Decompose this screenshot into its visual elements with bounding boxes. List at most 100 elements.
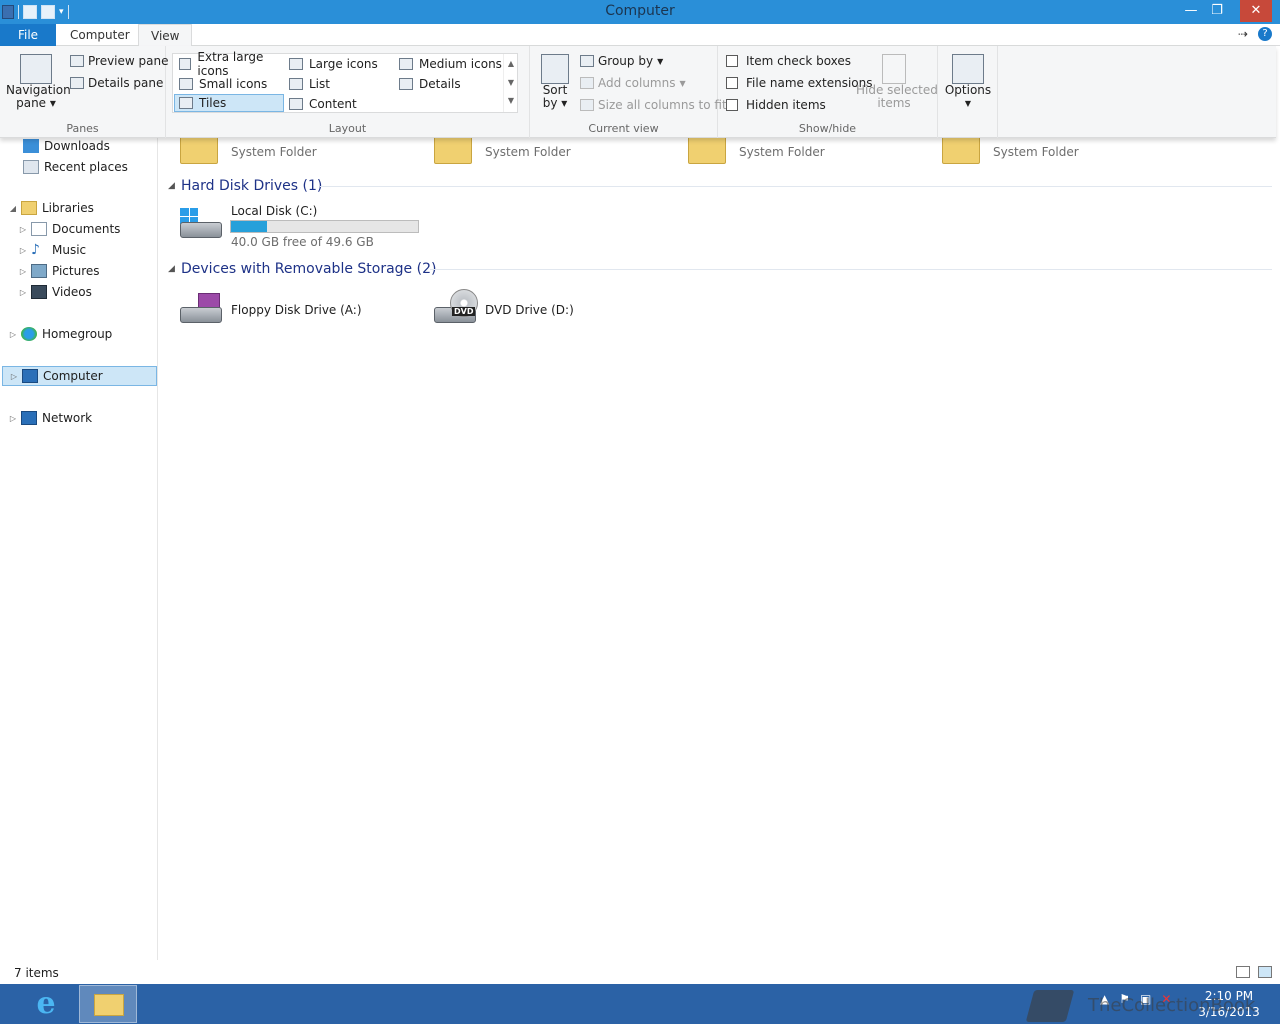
layout-label: Medium icons	[419, 57, 502, 71]
file-explorer-taskbar-button[interactable]	[79, 985, 137, 1023]
tab-file[interactable]: File	[0, 24, 56, 46]
tab-computer[interactable]: Computer	[58, 24, 142, 46]
nav-item-computer[interactable]: ▷ Computer	[2, 366, 157, 386]
nav-item-downloads[interactable]: Downloads	[20, 136, 110, 156]
collapse-group-icon[interactable]: ◢	[168, 181, 181, 191]
minimize-button[interactable]: —	[1178, 0, 1204, 22]
details-pane-icon	[70, 77, 84, 89]
hide-selected-items-button[interactable]: Hide selected items	[856, 54, 938, 110]
nav-item-pictures[interactable]: ▷ Pictures	[18, 261, 100, 281]
nav-label: Documents	[52, 222, 121, 236]
layout-extra-large-icons[interactable]: Extra large icons	[175, 50, 285, 78]
content-icon	[289, 98, 303, 110]
navigation-pane-button[interactable]: Navigation pane ▾	[6, 54, 71, 110]
nav-label: Libraries	[42, 201, 94, 215]
nav-item-documents[interactable]: ▷ Documents	[18, 219, 120, 239]
group-options: Options ▼	[938, 46, 998, 138]
layout-small-icons[interactable]: Small icons	[175, 75, 285, 93]
add-columns-icon	[580, 77, 594, 89]
homegroup-icon	[21, 327, 37, 341]
expand-arrow-icon[interactable]: ▷	[9, 372, 19, 381]
group-header-removable[interactable]: ◢ Devices with Removable Storage (2)	[168, 259, 1272, 279]
details-pane-button[interactable]: Details pane	[70, 76, 163, 90]
tiles-icon	[179, 97, 193, 109]
dvd-drive-name[interactable]: DVD Drive (D:)	[485, 303, 574, 317]
book-logo-icon	[1025, 990, 1075, 1022]
help-icon[interactable]: ?	[1258, 27, 1273, 41]
ribbon: Navigation pane ▾ Preview pane Details p…	[0, 46, 1276, 138]
nav-item-libraries[interactable]: ◢ Libraries	[8, 198, 94, 218]
scroll-up-icon[interactable]: ▲	[504, 54, 518, 74]
nav-item-videos[interactable]: ▷ Videos	[18, 282, 92, 302]
gallery-expand-icon[interactable]: ▼	[504, 92, 518, 110]
videos-icon	[31, 285, 47, 299]
sort-by-button[interactable]: Sort by ▾	[538, 54, 572, 110]
navigation-pane-label-2: pane	[16, 96, 47, 110]
hide-selected-items-icon	[882, 54, 906, 84]
navigation-pane: Downloads Recent places ◢ Libraries ▷ Do…	[0, 138, 158, 960]
scroll-down-icon[interactable]: ▼	[504, 74, 518, 92]
internet-explorer-icon[interactable]: e	[26, 987, 66, 1021]
collapse-group-icon[interactable]: ◢	[168, 264, 181, 274]
details-icon	[399, 78, 413, 90]
panes-group-label: Panes	[66, 122, 99, 135]
nav-item-recent-places[interactable]: Recent places	[20, 157, 128, 177]
dvd-drive-icon[interactable]: DVD	[432, 289, 478, 323]
hidden-items-toggle[interactable]: Hidden items	[726, 98, 826, 112]
ribbon-right-controls: ⇢ ?	[1238, 27, 1273, 41]
nav-item-homegroup[interactable]: ▷ Homegroup	[8, 324, 112, 344]
close-button[interactable]: ✕	[1240, 0, 1272, 22]
pin-ribbon-icon[interactable]: ⇢	[1238, 27, 1248, 41]
details-view-icon[interactable]	[1236, 966, 1250, 978]
expand-arrow-icon[interactable]: ▷	[8, 414, 18, 423]
nav-item-music[interactable]: ▷ ♪ Music	[18, 240, 86, 260]
window-title: Computer	[605, 3, 675, 19]
hide-selected-items-label-2: items	[877, 96, 911, 110]
network-icon	[21, 411, 37, 425]
size-all-columns-icon	[580, 99, 594, 111]
floppy-drive-name[interactable]: Floppy Disk Drive (A:)	[231, 303, 362, 317]
layout-label: Extra large icons	[197, 50, 264, 78]
local-disk-icon[interactable]	[178, 208, 224, 238]
options-button[interactable]: Options ▼	[944, 54, 992, 110]
group-by-button[interactable]: Group by ▼	[580, 54, 663, 68]
layout-tiles[interactable]: Tiles	[174, 94, 284, 112]
watermark-text: TheCollectionBook	[1088, 995, 1256, 1016]
file-name-extensions-checkbox[interactable]	[726, 77, 738, 89]
group-by-icon	[580, 55, 594, 67]
layout-list[interactable]: List	[285, 75, 395, 93]
nav-label: Network	[42, 411, 93, 425]
add-columns-button[interactable]: Add columns ▼	[580, 76, 686, 90]
large-icons-view-icon[interactable]	[1258, 966, 1272, 978]
details-pane-label: Details pane	[88, 76, 164, 90]
floppy-drive-icon[interactable]	[178, 293, 224, 323]
size-all-columns-button[interactable]: Size all columns to fit	[580, 98, 727, 112]
nav-label: Homegroup	[42, 327, 113, 341]
layout-medium-icons[interactable]: Medium icons	[395, 55, 503, 73]
hidden-items-checkbox[interactable]	[726, 99, 738, 111]
list-icon	[289, 78, 303, 90]
local-disk-name[interactable]: Local Disk (C:)	[231, 204, 317, 218]
expand-arrow-icon[interactable]: ▷	[18, 225, 28, 234]
downloads-icon	[23, 139, 39, 153]
maximize-button[interactable]: ❐	[1204, 0, 1230, 22]
nav-item-network[interactable]: ▷ Network	[8, 408, 92, 428]
collapse-arrow-icon[interactable]: ◢	[8, 204, 18, 213]
file-name-extensions-toggle[interactable]: File name extensions	[726, 76, 873, 90]
layout-content[interactable]: Content	[285, 95, 395, 113]
layout-large-icons[interactable]: Large icons	[285, 55, 395, 73]
layout-details[interactable]: Details	[395, 75, 503, 93]
layout-label: Details	[419, 77, 461, 91]
item-check-boxes-checkbox[interactable]	[726, 55, 738, 67]
expand-arrow-icon[interactable]: ▷	[18, 288, 28, 297]
tab-view[interactable]: View	[138, 24, 193, 47]
expand-arrow-icon[interactable]: ▷	[18, 267, 28, 276]
expand-arrow-icon[interactable]: ▷	[18, 246, 28, 255]
group-header-hard-disk[interactable]: ◢ Hard Disk Drives (1)	[168, 176, 1272, 196]
item-check-boxes-toggle[interactable]: Item check boxes	[726, 54, 851, 68]
expand-arrow-icon[interactable]: ▷	[8, 330, 18, 339]
preview-pane-button[interactable]: Preview pane	[70, 54, 168, 68]
sort-by-label-2: by	[542, 96, 558, 110]
current-view-group-label: Current view	[588, 122, 659, 135]
layout-gallery-scroller[interactable]: ▲ ▼ ▼	[503, 54, 518, 112]
